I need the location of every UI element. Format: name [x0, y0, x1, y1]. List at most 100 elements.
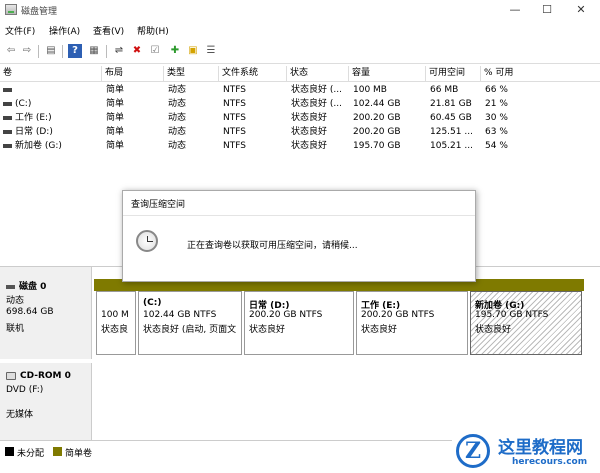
- column-header-status[interactable]: 状态: [287, 66, 349, 82]
- dialog-message: 正在查询卷以获取可用压缩空间，请稍候...: [187, 241, 358, 251]
- properties-icon[interactable]: ▦: [87, 44, 101, 58]
- table-row[interactable]: 日常 (D:) 简单 动态 NTFS 状态良好 200.20 GB 125.51…: [0, 125, 600, 139]
- menu-file[interactable]: 文件(F): [5, 24, 35, 37]
- volume-name: 日常 (D:): [15, 127, 53, 137]
- dialog-divider: [123, 215, 475, 216]
- toolbar-separator: [38, 45, 39, 58]
- legend-unallocated: 未分配: [17, 449, 45, 459]
- volume-layout: 简单: [106, 85, 125, 95]
- volume-type: 动态: [168, 141, 187, 151]
- volume-name: 工作 (E:): [15, 113, 52, 123]
- volume-type: 动态: [168, 113, 187, 123]
- watermark-url: herecours.com: [512, 457, 588, 467]
- watermark-title: 这里教程网: [498, 438, 583, 458]
- cdrom-icon: [6, 371, 16, 380]
- partition-size: 200.20 GB NTFS: [249, 310, 323, 320]
- partition-system-reserved[interactable]: 100 M 状态良: [96, 291, 136, 355]
- check-icon[interactable]: ☑: [148, 44, 162, 58]
- volume-type: 动态: [168, 127, 187, 137]
- volume-capacity: 195.70 GB: [353, 141, 401, 151]
- volume-percent-free: 21 %: [485, 99, 508, 109]
- disk-0-size: 698.64 GB: [6, 307, 54, 317]
- menu-help[interactable]: 帮助(H): [137, 24, 169, 37]
- table-row[interactable]: 新加卷 (G:) 简单 动态 NTFS 状态良好 195.70 GB 105.2…: [0, 139, 600, 153]
- help-icon[interactable]: ?: [68, 44, 82, 58]
- disk-0-name: 磁盘 0: [19, 282, 47, 292]
- close-button[interactable]: ✕: [564, 0, 598, 20]
- delete-icon[interactable]: ✖: [130, 44, 144, 58]
- partition-status: 状态良: [101, 325, 129, 335]
- simple-volume-swatch: [53, 447, 62, 456]
- menu-action[interactable]: 操作(A): [49, 24, 80, 37]
- partition-g-selected[interactable]: 新加卷 (G:) 195.70 GB NTFS 状态良好: [470, 291, 582, 355]
- partition-e[interactable]: 工作 (E:) 200.20 GB NTFS 状态良好: [356, 291, 468, 355]
- dialog-title: 查询压缩空间: [131, 200, 186, 210]
- volume-status: 状态良好: [291, 127, 328, 137]
- volume-type: 动态: [168, 85, 187, 95]
- table-row[interactable]: 简单 动态 NTFS 状态良好 (... 100 MB 66 MB 66 %: [0, 83, 600, 97]
- menu-bar: 文件(F) 操作(A) 查看(V) 帮助(H): [0, 22, 600, 38]
- volume-icon: [3, 115, 12, 120]
- volume-type: 动态: [168, 99, 187, 109]
- volume-layout: 简单: [106, 127, 125, 137]
- toolbar-separator: [106, 45, 107, 58]
- volume-capacity: 102.44 GB: [353, 99, 401, 109]
- column-header-type[interactable]: 类型: [164, 66, 219, 82]
- volume-percent-free: 66 %: [485, 85, 508, 95]
- maximize-button[interactable]: ☐: [530, 0, 564, 20]
- volume-name: 新加卷 (G:): [15, 141, 62, 151]
- volume-icon: [3, 143, 12, 148]
- partition-name: (C:): [143, 298, 162, 308]
- folder-icon[interactable]: ▣: [186, 44, 200, 58]
- volume-status: 状态良好 (...: [291, 85, 342, 95]
- volume-percent-free: 30 %: [485, 113, 508, 123]
- add-icon[interactable]: ✚: [168, 44, 182, 58]
- volume-filesystem: NTFS: [223, 127, 246, 137]
- volume-name: (C:): [15, 99, 32, 109]
- column-header-free-space[interactable]: 可用空间: [426, 66, 481, 82]
- volume-layout: 简单: [106, 99, 125, 109]
- volume-capacity: 100 MB: [353, 85, 387, 95]
- table-row[interactable]: 工作 (E:) 简单 动态 NTFS 状态良好 200.20 GB 60.45 …: [0, 111, 600, 125]
- volume-filesystem: NTFS: [223, 85, 246, 95]
- disk-0-type: 动态: [6, 296, 25, 306]
- console-tree-icon[interactable]: ▤: [44, 44, 58, 58]
- volume-free-space: 125.51 ...: [430, 127, 473, 137]
- disk-management-icon: [5, 4, 17, 15]
- volume-status: 状态良好: [291, 141, 328, 151]
- volume-layout: 简单: [106, 113, 125, 123]
- volume-filesystem: NTFS: [223, 141, 246, 151]
- list-view-icon[interactable]: ☰: [204, 44, 218, 58]
- column-header-volume[interactable]: 卷: [0, 66, 102, 82]
- disk-0-state: 联机: [6, 324, 25, 334]
- title-bar: 磁盘管理 — ☐ ✕: [0, 0, 600, 20]
- partition-d[interactable]: 日常 (D:) 200.20 GB NTFS 状态良好: [244, 291, 354, 355]
- partition-c[interactable]: (C:) 102.44 GB NTFS 状态良好 (启动, 页面文: [138, 291, 242, 355]
- volume-filesystem: NTFS: [223, 99, 246, 109]
- clock-icon: [136, 230, 158, 252]
- site-watermark: Z 这里教程网 herecours.com: [452, 430, 600, 473]
- disk-0-label[interactable]: 磁盘 0 动态 698.64 GB 联机: [0, 267, 92, 359]
- window-title: 磁盘管理: [21, 7, 58, 17]
- partition-size: 102.44 GB NTFS: [143, 310, 217, 320]
- table-row[interactable]: (C:) 简单 动态 NTFS 状态良好 (... 102.44 GB 21.8…: [0, 97, 600, 111]
- volume-percent-free: 63 %: [485, 127, 508, 137]
- cdrom-0-name: CD-ROM 0: [20, 371, 71, 381]
- legend-simple-volume: 简单卷: [65, 449, 93, 459]
- volume-icon: [3, 87, 12, 92]
- minimize-button[interactable]: —: [498, 0, 532, 20]
- column-header-percent-free[interactable]: % 可用: [481, 66, 600, 82]
- partition-status: 状态良好: [249, 325, 286, 335]
- forward-icon[interactable]: ⇨: [20, 44, 34, 58]
- back-icon[interactable]: ⇦: [4, 44, 18, 58]
- volume-layout: 简单: [106, 141, 125, 151]
- connect-drive-icon[interactable]: ⇌: [112, 44, 126, 58]
- column-header-filesystem[interactable]: 文件系统: [219, 66, 287, 82]
- volume-filesystem: NTFS: [223, 113, 246, 123]
- column-header-capacity[interactable]: 容量: [349, 66, 426, 82]
- partition-size: 200.20 GB NTFS: [361, 310, 435, 320]
- cdrom-0-label[interactable]: CD-ROM 0 DVD (F:) 无媒体: [0, 363, 92, 441]
- menu-view[interactable]: 查看(V): [93, 24, 124, 37]
- column-header-layout[interactable]: 布局: [102, 66, 164, 82]
- unallocated-swatch: [5, 447, 14, 456]
